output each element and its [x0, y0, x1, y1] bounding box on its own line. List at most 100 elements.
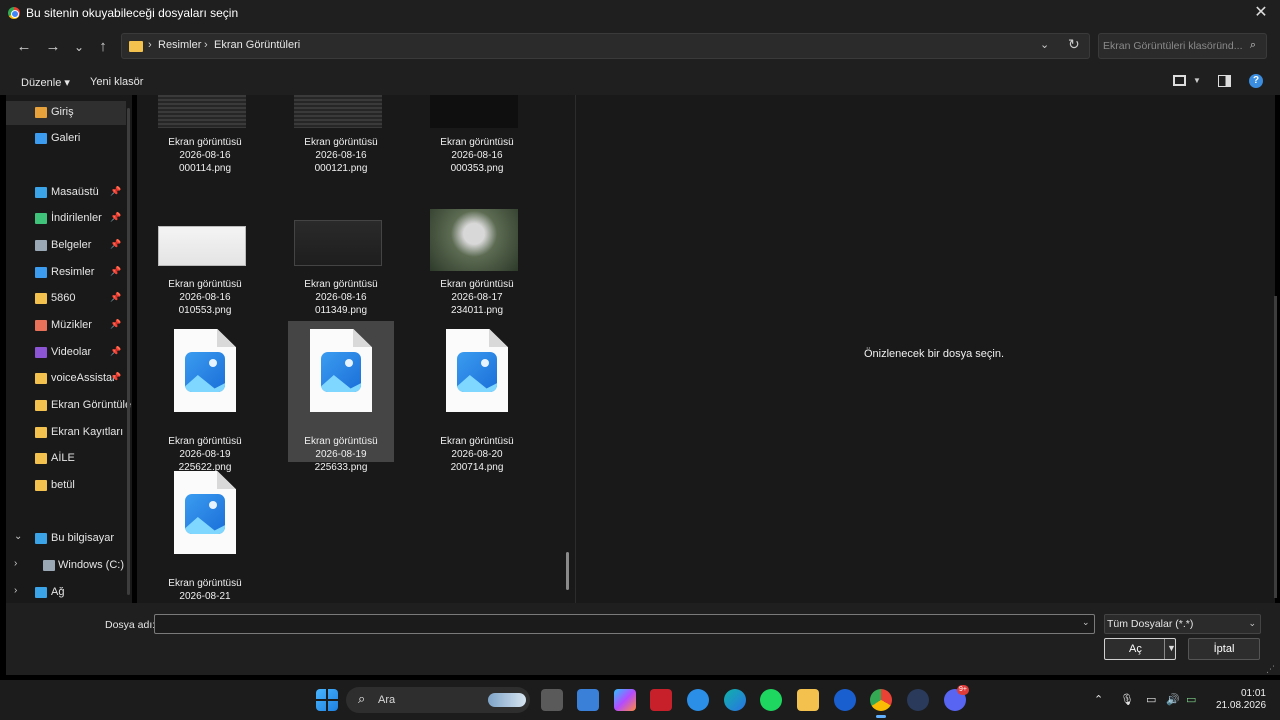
sidebar-item-betül[interactable]: betül — [6, 474, 126, 498]
close-button[interactable]: ✕ — [1252, 4, 1270, 22]
file-name-line: Ekran görüntüsü — [304, 279, 378, 290]
forward-button[interactable]: → — [42, 36, 64, 58]
sidebar-item-belgeler[interactable]: Belgeler 📌 — [6, 234, 126, 258]
sidebar-item-5860[interactable]: 5860 📌 — [6, 287, 126, 311]
sidebar-item-galeri[interactable]: Galeri — [6, 127, 126, 151]
view-options-icon[interactable] — [1173, 75, 1186, 86]
sidebar-item-resimler[interactable]: Resimler 📌 — [6, 261, 126, 285]
pictures-icon — [35, 267, 47, 278]
resize-grip-icon[interactable]: ⋰ — [1266, 664, 1275, 675]
breadcrumb-resimler[interactable]: Resimler — [158, 39, 201, 51]
steam-icon[interactable] — [907, 689, 929, 711]
file-list-scrollbar[interactable] — [566, 552, 569, 590]
sidebar-item-videolar[interactable]: Videolar 📌 — [6, 341, 126, 365]
address-dropdown-icon[interactable]: ⌄ — [1040, 38, 1049, 51]
tray-overflow-icon[interactable]: ⌃ — [1094, 693, 1103, 706]
address-bar[interactable]: › Resimler › Ekran Görüntüleri — [121, 33, 1090, 59]
taskbar-search-label: Ara — [378, 694, 396, 706]
store-icon[interactable] — [577, 689, 599, 711]
file-name-line: Ekran görüntüsü — [304, 436, 378, 447]
sidebar-item-ekran-kayıtları[interactable]: Ekran Kayıtları — [6, 421, 126, 445]
file-name-line: 234011.png — [450, 305, 504, 316]
notification-badge: 9+ — [957, 685, 969, 695]
sidebar-scrollbar[interactable] — [127, 108, 130, 595]
filename-dropdown-icon[interactable]: ⌄ — [1082, 617, 1090, 628]
file-item[interactable]: Ekran görüntüsü 2026-08-16 000114.png — [152, 95, 258, 174]
taskbar-search[interactable]: ⌕ Ara — [346, 687, 530, 713]
file-name-line: 2026-08-19 — [179, 449, 231, 460]
breadcrumb-ekran-goruntuleri[interactable]: Ekran Görüntüleri — [214, 39, 300, 51]
folder-icon — [129, 41, 143, 52]
spotify-icon[interactable] — [760, 689, 782, 711]
file-item[interactable]: Ekran görüntüsü 2026-08-16 011349.png — [288, 164, 394, 316]
cancel-button[interactable]: İptal — [1188, 638, 1260, 660]
file-item[interactable]: Ekran görüntüsü 2026-08-19 225622.png — [152, 321, 258, 473]
view-dropdown-icon[interactable]: ▼ — [1193, 76, 1201, 85]
file-name-line: Ekran görüntüsü — [304, 137, 378, 148]
file-item[interactable]: Ekran görüntüsü 2026-08-17 234011.png — [424, 164, 530, 316]
file-name-line: Ekran görüntüsü — [168, 436, 242, 447]
drive-icon — [43, 560, 55, 571]
file-name-line: 2026-08-16 — [315, 292, 367, 303]
filetype-select[interactable]: Tüm Dosyalar (*.*) ⌄ — [1104, 614, 1261, 634]
sidebar-item-müzikler[interactable]: Müzikler 📌 — [6, 314, 126, 338]
file-item[interactable]: Ekran görüntüsü 2026-08-16 000121.png — [288, 95, 394, 174]
sidebar-item-windows-c-[interactable]: › Windows (C:) — [6, 554, 126, 578]
sidebar-item-label: Videolar — [51, 346, 92, 358]
help-icon[interactable]: ? — [1249, 74, 1263, 88]
recent-locations-button[interactable]: ⌄ — [68, 36, 90, 58]
file-item[interactable]: Ekran görüntüsü 2026-08-19 225633.png — [288, 321, 394, 473]
new-folder-button[interactable]: Yeni klasör — [90, 76, 143, 88]
mcafee-icon[interactable] — [650, 689, 672, 711]
file-item[interactable]: Ekran görüntüsü 2026-08-16 000353.png — [424, 95, 530, 174]
chevron-right-icon[interactable]: › — [14, 558, 17, 569]
open-button[interactable]: Aç ▼ — [1104, 638, 1176, 660]
taskbar — [0, 680, 1280, 720]
network-icon[interactable]: ▭ — [1146, 693, 1156, 706]
active-indicator — [876, 715, 886, 718]
up-button[interactable]: ↑ — [92, 36, 114, 58]
folder-icon — [35, 400, 47, 411]
organize-menu[interactable]: Düzenle ▾ — [21, 76, 70, 89]
file-thumbnail — [158, 95, 246, 128]
help-app-icon[interactable] — [687, 689, 709, 711]
sidebar-item-voiceassistar[interactable]: voiceAssistar 📌 — [6, 367, 126, 391]
file-item[interactable]: Ekran görüntüsü2026-08-21010053.png — [152, 463, 258, 603]
preview-pane-icon[interactable] — [1218, 75, 1231, 87]
chrome-icon[interactable] — [863, 682, 899, 718]
chevron-down-icon[interactable]: ⌄ — [14, 531, 22, 542]
microphone-icon[interactable]: 🎙 — [1120, 693, 1134, 706]
sidebar-item-bu-bilgisayar[interactable]: ⌄ Bu bilgisayar — [6, 527, 126, 551]
preview-scrollbar[interactable] — [1274, 296, 1277, 598]
sidebar-item-ağ[interactable]: › Ağ — [6, 581, 126, 605]
search-placeholder: Ekran Görüntüleri klasöründ... — [1103, 40, 1243, 52]
volume-icon[interactable]: 🔊 — [1166, 693, 1180, 706]
discord-icon[interactable]: 9+ — [944, 685, 969, 711]
clock[interactable]: 01:01 21.08.2026 — [1216, 688, 1266, 712]
file-item[interactable]: Ekran görüntüsü 2026-08-16 010553.png — [152, 164, 258, 316]
sidebar-item-giriş[interactable]: Giriş — [6, 101, 126, 125]
file-name-line: 225633.png — [314, 462, 368, 473]
chevron-right-icon[interactable]: › — [14, 585, 17, 596]
copilot-icon[interactable] — [614, 689, 636, 711]
refresh-icon[interactable]: ↻ — [1068, 36, 1080, 53]
file-name-line: Ekran görüntüsü — [168, 578, 242, 589]
open-dropdown-icon[interactable]: ▼ — [1167, 643, 1176, 653]
filename-field[interactable] — [154, 614, 1095, 634]
back-button[interactable]: ← — [13, 36, 35, 58]
edge-icon[interactable] — [724, 689, 746, 711]
task-view-icon[interactable] — [541, 689, 563, 711]
sidebar-item-label: Resimler — [51, 266, 95, 278]
search-icon[interactable]: ⌕ — [1250, 39, 1256, 52]
hp-icon[interactable] — [834, 689, 856, 711]
file-explorer-icon[interactable] — [797, 689, 819, 711]
file-item[interactable]: Ekran görüntüsü 2026-08-20 200714.png — [424, 321, 530, 473]
sidebar-item-ai-le[interactable]: AİLE — [6, 447, 126, 471]
file-thumbnail — [158, 226, 246, 266]
sidebar-item-i-ndirilenler[interactable]: İndirilenler 📌 — [6, 207, 126, 231]
battery-icon[interactable]: ▭ — [1186, 693, 1196, 706]
search-input[interactable]: Ekran Görüntüleri klasöründ... ⌕ — [1098, 33, 1267, 59]
sidebar-item-masaüstü[interactable]: Masaüstü 📌 — [6, 181, 126, 205]
sidebar-item-ekran-görüntüle[interactable]: Ekran Görüntüle — [6, 394, 131, 418]
start-icon[interactable] — [316, 689, 338, 711]
